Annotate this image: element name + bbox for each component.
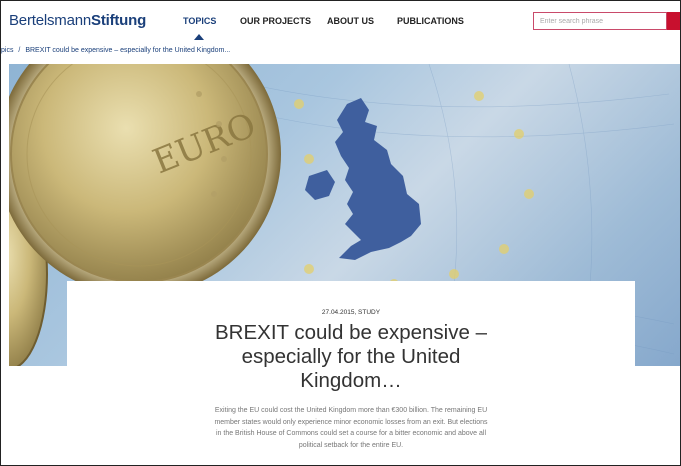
- article-title-line-3: Kingdom…: [300, 369, 402, 392]
- breadcrumb-current: BREXIT could be expensive – especially f…: [25, 47, 231, 54]
- breadcrumb: pics / BREXIT could be expensive – espec…: [1, 47, 230, 54]
- uk-map-shape: [305, 98, 421, 260]
- article-title-line-2: especially for the United: [241, 345, 461, 368]
- article-teaser-line-2: member states would only experience mino…: [214, 418, 488, 426]
- article-teaser: Exiting the EU could cost the United Kin…: [163, 405, 539, 451]
- article-title: BREXIT could be expensive – especially f…: [67, 321, 635, 393]
- article-title-line-1: BREXIT could be expensive –: [215, 321, 487, 344]
- article-teaser-line-3: in the British House of Commons could se…: [215, 430, 487, 437]
- search-button[interactable]: [667, 12, 680, 30]
- article-card: 27.04.2015, STUDY BREXIT could be expens…: [67, 281, 635, 465]
- nav-about-us[interactable]: ABOUT US: [327, 16, 374, 26]
- nav-publications[interactable]: PUBLICATIONS: [397, 16, 464, 26]
- article-meta: 27.04.2015, STUDY: [321, 309, 381, 316]
- breadcrumb-separator: /: [18, 47, 21, 54]
- breadcrumb-item-topics[interactable]: pics: [1, 47, 13, 54]
- euro-coin-icon: EURO: [9, 64, 281, 296]
- logo-text-light: Bertelsmann: [9, 12, 92, 29]
- search-input[interactable]: [533, 12, 667, 30]
- nav-our-projects[interactable]: OUR PROJECTS: [240, 16, 311, 26]
- article-teaser-line-4: political setback for the entire EU.: [298, 441, 404, 449]
- article-teaser-line-1: Exiting the EU could cost the United Kin…: [214, 407, 488, 414]
- site-logo[interactable]: BertelsmannStiftung: [9, 12, 146, 29]
- nav-topics[interactable]: TOPICS: [183, 16, 216, 26]
- browser-viewport: BertelsmannStiftung TOPICS OUR PROJECTS …: [0, 0, 681, 466]
- site-header: BertelsmannStiftung TOPICS OUR PROJECTS …: [1, 1, 680, 41]
- logo-text-bold: Stiftung: [91, 12, 147, 29]
- active-nav-indicator: [194, 34, 204, 40]
